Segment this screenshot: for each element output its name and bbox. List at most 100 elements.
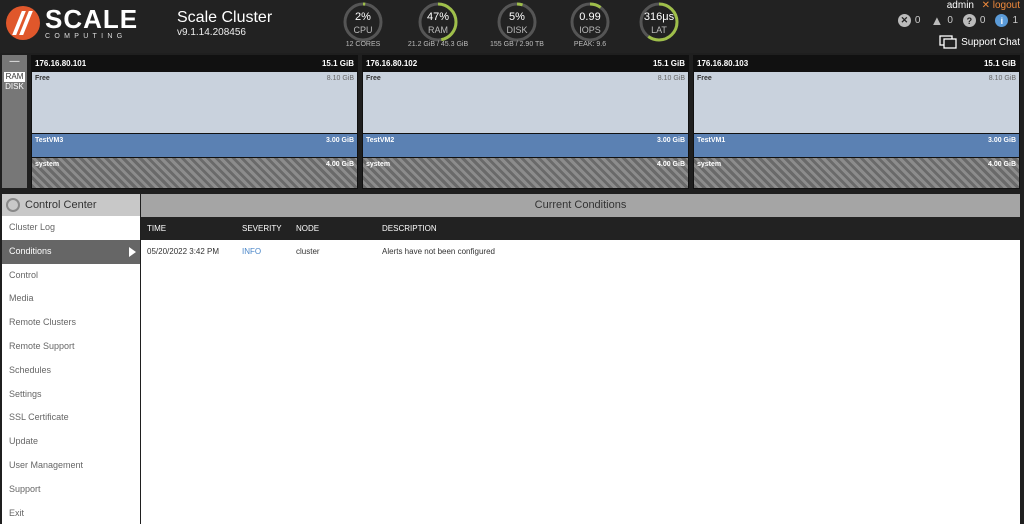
- system-label: system: [366, 161, 391, 168]
- node-card[interactable]: 176.16.80.101 15.1 GiB Free 8.10 GiB TestV…: [31, 55, 358, 189]
- column-description[interactable]: DESCRIPTION: [382, 217, 437, 240]
- cpu-label: CPU: [353, 25, 373, 35]
- unknown-count: 0: [979, 15, 986, 26]
- control-center-sidebar: Control Center Cluster Log Conditions Co…: [2, 194, 140, 524]
- sidebar-item-schedules[interactable]: Schedules: [2, 359, 140, 383]
- cluster-version: v9.1.14.208456: [177, 27, 246, 38]
- sidebar-item-update[interactable]: Update: [2, 430, 140, 454]
- critical-alert-icon[interactable]: ✕: [897, 14, 911, 27]
- logo-subtitle: COMPUTING: [45, 33, 127, 40]
- ram-gauge: 47% RAM 21.2 GiB / 45.3 GiB: [406, 1, 470, 51]
- alert-summary: ✕ 0 ▲ 0 ? 0 i 1: [897, 14, 1018, 27]
- iops-label: IOPS: [579, 25, 601, 35]
- gear-icon: [6, 198, 20, 212]
- free-size: 8.10 GiB: [657, 75, 685, 82]
- latency-value: 316μs: [643, 11, 675, 23]
- column-time[interactable]: TIME: [147, 217, 166, 240]
- close-icon: ✕: [981, 0, 993, 11]
- vm-name: TestVM1: [697, 137, 726, 144]
- system-memory-segment: system 4.00 GiB: [363, 158, 688, 188]
- sidebar-item-support[interactable]: Support: [2, 478, 140, 502]
- username[interactable]: admin: [947, 0, 974, 11]
- row-description: Alerts have not been configured: [382, 247, 495, 256]
- free-memory-segment: Free 8.10 GiB: [32, 72, 357, 133]
- node-card[interactable]: 176.16.80.102 15.1 GiB Free 8.10 GiB TestV…: [362, 55, 689, 189]
- logout-link[interactable]: ✕ logout: [982, 0, 1020, 11]
- node-ip: 176.16.80.102: [366, 59, 418, 68]
- scale-logo[interactable]: SCALE COMPUTING: [6, 6, 138, 40]
- free-memory-segment: Free 8.10 GiB: [694, 72, 1019, 133]
- ram-view-tab[interactable]: RAM: [4, 72, 25, 82]
- row-severity: INFO: [242, 247, 262, 256]
- ram-label: RAM: [428, 25, 448, 35]
- support-chat-label: Support Chat: [961, 36, 1020, 48]
- sidebar-item-remote-support[interactable]: Remote Support: [2, 335, 140, 359]
- sidebar-item-settings[interactable]: Settings: [2, 383, 140, 407]
- system-size: 4.00 GiB: [656, 161, 685, 168]
- memory-view-toggle: — RAM DISK: [2, 55, 27, 188]
- sidebar-title: Control Center: [25, 199, 97, 211]
- sidebar-item-exit[interactable]: Exit: [2, 502, 140, 524]
- node-total: 15.1 GiB: [983, 59, 1016, 68]
- latency-gauge: 316μs LAT: [627, 1, 691, 51]
- warning-count: 0: [947, 15, 953, 26]
- free-size: 8.10 GiB: [988, 75, 1016, 82]
- node-ip: 176.16.80.103: [697, 59, 749, 68]
- vm-memory-segment[interactable]: TestVM2 3.00 GiB: [363, 134, 688, 157]
- conditions-panel: Current Conditions TIME SEVERITY NODE DE…: [141, 194, 1020, 524]
- sidebar-item-cluster-log[interactable]: Cluster Log: [2, 216, 140, 240]
- critical-count: 0: [914, 15, 921, 26]
- info-alert-icon[interactable]: i: [995, 14, 1009, 27]
- vm-name: TestVM3: [35, 137, 64, 144]
- vm-memory-segment[interactable]: TestVM3 3.00 GiB: [32, 134, 357, 157]
- free-label: Free: [366, 75, 381, 82]
- system-size: 4.00 GiB: [987, 161, 1016, 168]
- column-node[interactable]: NODE: [296, 217, 319, 240]
- logout-label: logout: [992, 0, 1020, 11]
- ram-value: 47%: [426, 11, 450, 23]
- vm-name: TestVM2: [366, 137, 395, 144]
- sidebar-item-user-management[interactable]: User Management: [2, 454, 140, 478]
- table-row[interactable]: 05/20/2022 3:42 PM INFO cluster Alerts h…: [141, 240, 1020, 263]
- cpu-value: 2%: [355, 11, 371, 23]
- support-chat-button[interactable]: Support Chat: [939, 35, 1020, 49]
- logo-word: SCALE: [45, 4, 139, 34]
- collapse-button[interactable]: —: [2, 55, 27, 69]
- free-label: Free: [697, 75, 712, 82]
- column-severity[interactable]: SEVERITY: [242, 217, 282, 240]
- row-node: cluster: [296, 247, 320, 256]
- sidebar-item-control[interactable]: Control: [2, 264, 140, 288]
- info-count: 1: [1012, 15, 1018, 26]
- chat-icon: [939, 35, 957, 49]
- system-label: system: [697, 161, 722, 168]
- vm-memory-segment[interactable]: TestVM1 3.00 GiB: [694, 134, 1019, 157]
- table-header: TIME SEVERITY NODE DESCRIPTION: [141, 217, 1020, 240]
- free-memory-segment: Free 8.10 GiB: [363, 72, 688, 133]
- disk-value: 5%: [509, 11, 525, 23]
- latency-label: LAT: [651, 25, 667, 35]
- sidebar-item-media[interactable]: Media: [2, 287, 140, 311]
- node-card[interactable]: 176.16.80.103 15.1 GiB Free 8.10 GiB TestV…: [693, 55, 1020, 189]
- panel-title: Current Conditions: [141, 194, 1020, 217]
- system-memory-segment: system 4.00 GiB: [694, 158, 1019, 188]
- node-total: 15.1 GiB: [321, 59, 354, 68]
- warning-alert-icon[interactable]: ▲: [930, 14, 943, 27]
- unknown-alert-icon[interactable]: ?: [962, 14, 976, 27]
- sidebar-header: Control Center: [2, 194, 140, 216]
- vm-size: 3.00 GiB: [325, 137, 354, 144]
- system-size: 4.00 GiB: [325, 161, 354, 168]
- sidebar-item-remote-clusters[interactable]: Remote Clusters: [2, 311, 140, 335]
- cluster-title: Scale Cluster: [177, 9, 273, 26]
- vm-size: 3.00 GiB: [987, 137, 1016, 144]
- sidebar-item-ssl-certificate[interactable]: SSL Certificate: [2, 406, 140, 430]
- row-time: 05/20/2022 3:42 PM: [147, 247, 220, 256]
- vm-size: 3.00 GiB: [656, 137, 685, 144]
- disk-view-tab[interactable]: DISK: [4, 82, 25, 92]
- iops-value: 0.99: [579, 11, 601, 23]
- node-ip: 176.16.80.101: [35, 59, 87, 68]
- node-total: 15.1 GiB: [652, 59, 685, 68]
- arrow-right-icon: [129, 246, 136, 257]
- sidebar-item-conditions[interactable]: Conditions: [2, 239, 140, 264]
- top-header: SCALE COMPUTING Scale Cluster v9.1.14.20…: [0, 0, 1024, 53]
- free-label: Free: [35, 75, 50, 82]
